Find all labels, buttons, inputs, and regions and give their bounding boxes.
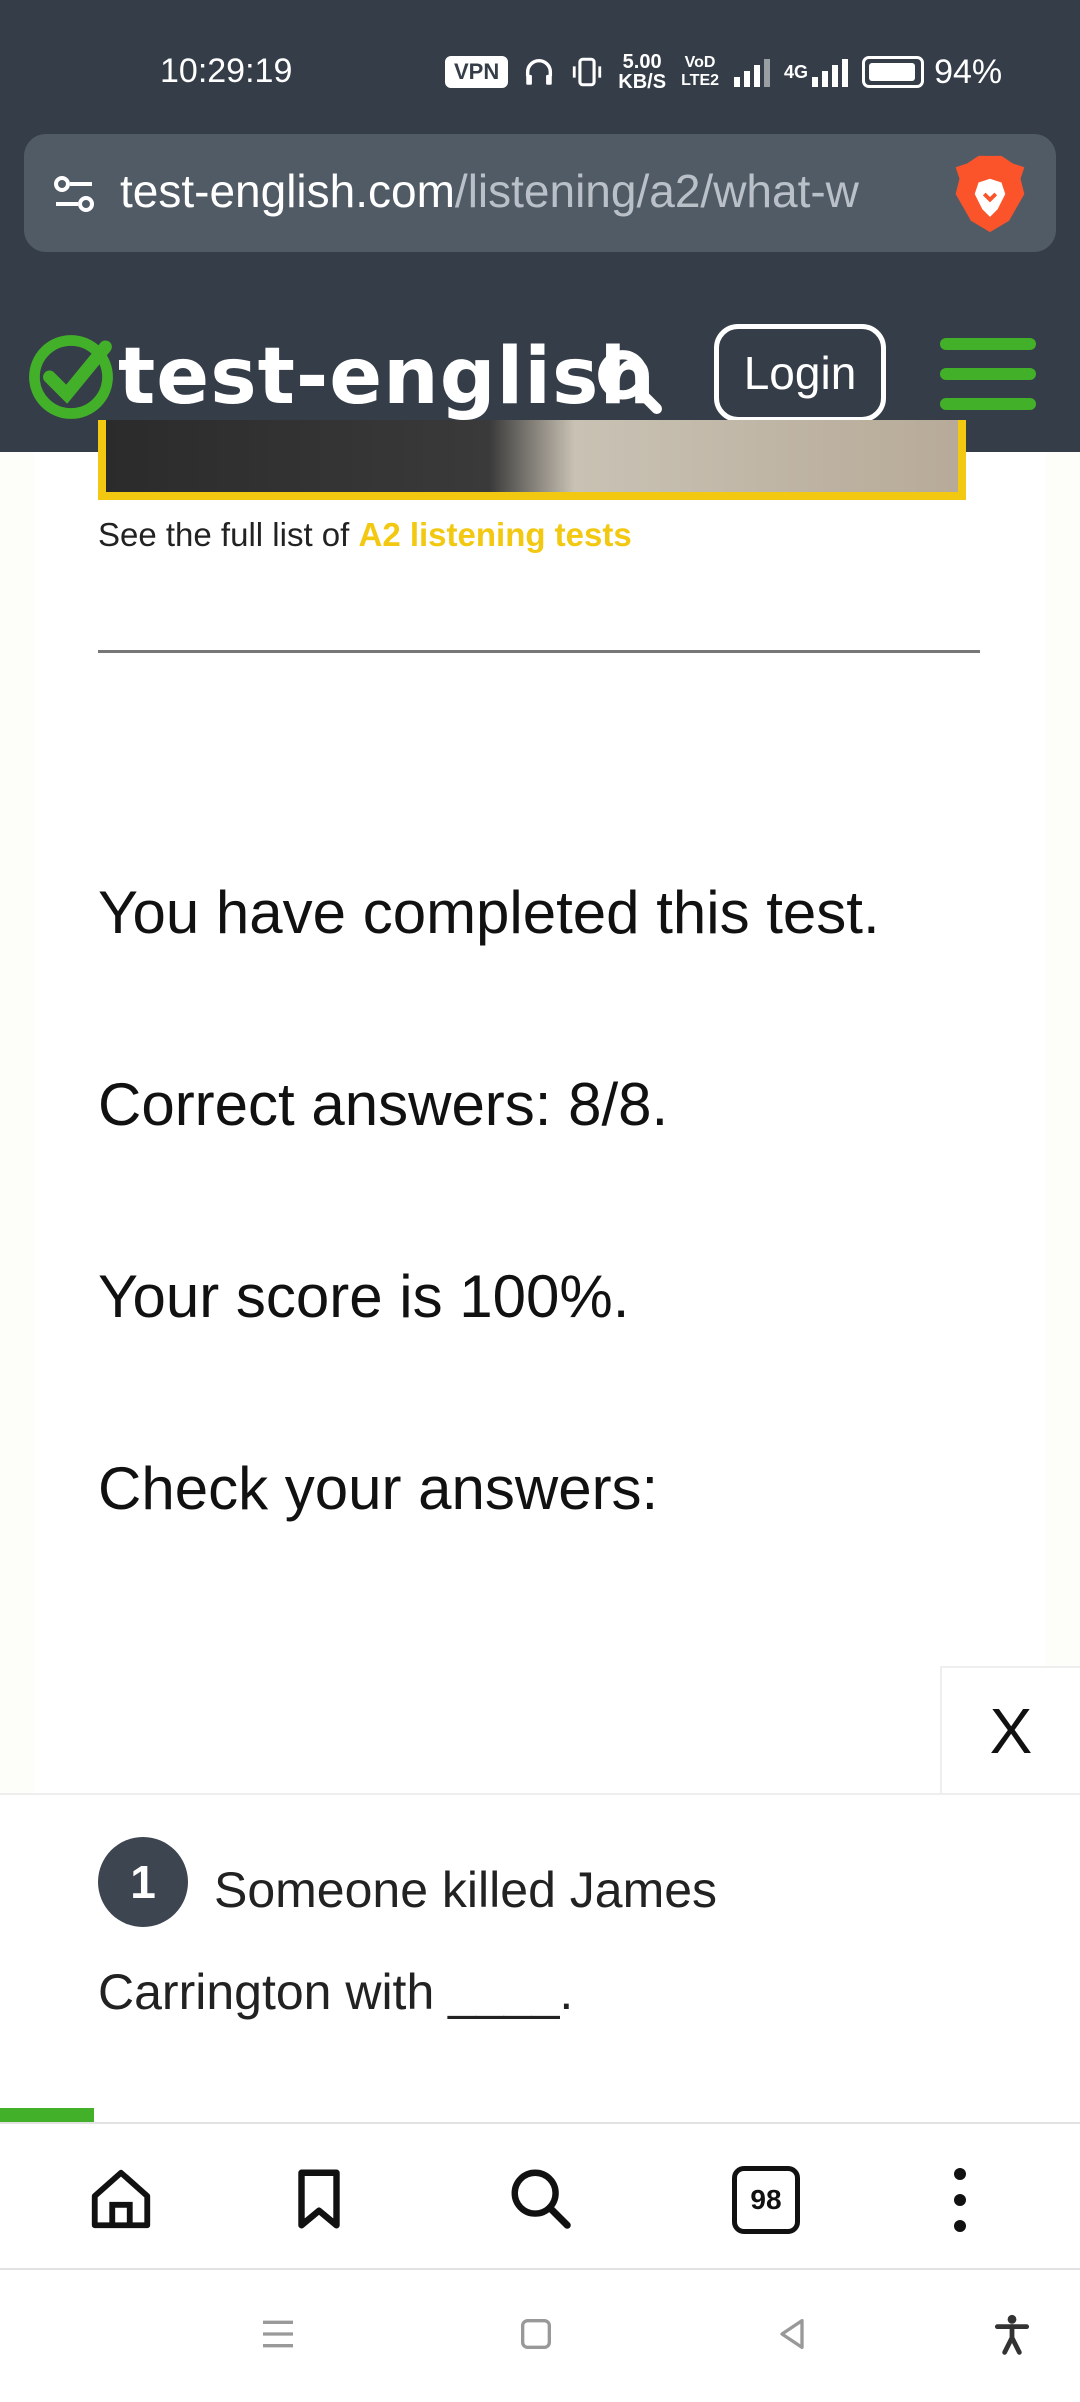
login-button[interactable]: Login [714, 324, 886, 422]
logo-check-icon [29, 335, 113, 419]
volte-label: VoD LTE2 [681, 54, 720, 89]
search-icon-bottom[interactable] [506, 2164, 576, 2234]
score-text: Your score is 100%. [98, 1263, 630, 1330]
close-button[interactable]: X [940, 1666, 1080, 1794]
recent-apps-icon[interactable] [258, 2314, 298, 2354]
system-nav-bar [0, 2268, 1080, 2402]
battery-indicator: 94% [862, 53, 1002, 92]
headphones-icon [526, 59, 553, 85]
vpn-badge: VPN [445, 56, 509, 88]
accessibility-icon[interactable] [990, 2310, 1034, 2358]
question-text-line1: Someone killed James [214, 1862, 718, 1918]
network-type: 4G [784, 62, 809, 82]
home-nav-icon[interactable] [516, 2314, 556, 2354]
question-number-badge: 1 [98, 1837, 188, 1927]
browser-bottom-bar: 98 [0, 2122, 1080, 2270]
full-list-prefix: See the full list of [98, 516, 359, 553]
question-text-line2: Carrington with ____. [98, 1964, 574, 2020]
signal-icon [734, 57, 771, 87]
site-logo[interactable]: test-english [28, 332, 656, 422]
url-domain: test-english.com [120, 165, 455, 217]
url-path: /listening/a2/what-w [454, 165, 859, 217]
question-panel: 1 Someone killed James Carrington with _… [0, 1793, 1080, 2125]
bookmark-icon[interactable] [284, 2164, 354, 2234]
full-list-text: See the full list of A2 listening tests [98, 516, 632, 554]
completed-message: You have completed this test. [98, 879, 880, 946]
divider [98, 650, 980, 653]
more-options-icon[interactable] [950, 2168, 970, 2238]
brave-shield-icon[interactable] [950, 152, 1030, 236]
net-speed: 5.00 KB/S [618, 52, 666, 92]
battery-icon [862, 56, 925, 88]
status-time: 10:29:19 [160, 52, 293, 90]
search-icon[interactable] [592, 344, 666, 418]
check-answers-heading: Check your answers: [98, 1455, 659, 1522]
page-load-progress [0, 2108, 94, 2122]
url-text[interactable]: test-english.com/listening/a2/what-w [120, 164, 950, 224]
video-thumbnail[interactable] [98, 420, 966, 500]
address-bar[interactable]: test-english.com/listening/a2/what-w [24, 134, 1056, 252]
back-nav-icon[interactable] [772, 2314, 812, 2354]
correct-answers-text: Correct answers: 8/8. [98, 1071, 669, 1138]
signal-icon-2 [812, 57, 849, 87]
vibrate-icon [573, 57, 602, 87]
net-speed-unit: KB/S [618, 71, 667, 93]
hamburger-menu-icon[interactable] [940, 338, 1036, 410]
net-speed-value: 5.00 [622, 51, 662, 73]
tabs-count-button[interactable]: 98 [732, 2166, 800, 2234]
a2-listening-tests-link[interactable]: A2 listening tests [358, 516, 631, 553]
site-settings-icon[interactable] [50, 170, 98, 218]
browser-chrome: 10:29:19 VPN 5.00 KB/S VoD LTE2 4G 94% t… [0, 0, 1080, 452]
status-icons: VPN 5.00 KB/S VoD LTE2 4G 94% [445, 52, 1002, 92]
home-icon[interactable] [86, 2164, 156, 2234]
logo-text: test-english [118, 332, 656, 422]
battery-level: 94% [934, 52, 1003, 91]
status-bar: 10:29:19 VPN 5.00 KB/S VoD LTE2 4G 94% [0, 0, 1080, 140]
